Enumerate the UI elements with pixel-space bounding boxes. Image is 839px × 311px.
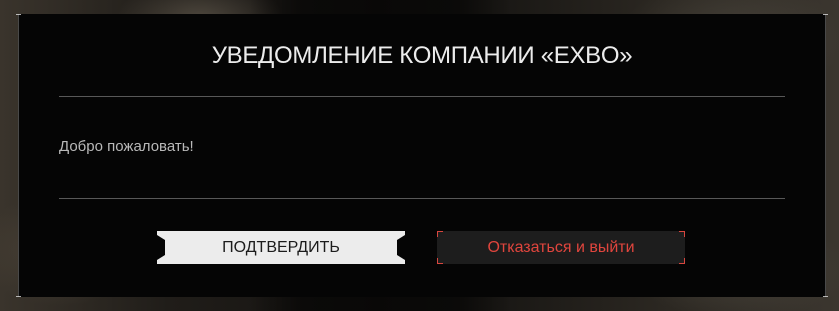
decline-button-label: Отказаться и выйти <box>487 238 635 256</box>
decline-and-exit-button[interactable]: Отказаться и выйти <box>437 231 685 264</box>
corner-bracket <box>679 231 685 237</box>
confirm-button[interactable]: ПОДТВЕРДИТЬ <box>157 231 405 264</box>
message-divider <box>59 198 785 199</box>
confirm-button-right-notch <box>397 235 405 260</box>
confirm-button-left-notch <box>157 235 165 260</box>
corner-bracket <box>437 258 443 264</box>
confirm-button-label: ПОДТВЕРДИТЬ <box>222 238 340 256</box>
title-divider <box>59 96 785 97</box>
dialog-title: УВЕДОМЛЕНИЕ КОМПАНИИ «EXBO» <box>211 42 633 69</box>
notification-dialog: УВЕДОМЛЕНИЕ КОМПАНИИ «EXBO» Добро пожало… <box>16 14 828 297</box>
corner-bracket <box>679 258 685 264</box>
dialog-message: Добро пожаловать! <box>59 138 194 155</box>
corner-bracket <box>437 231 443 237</box>
